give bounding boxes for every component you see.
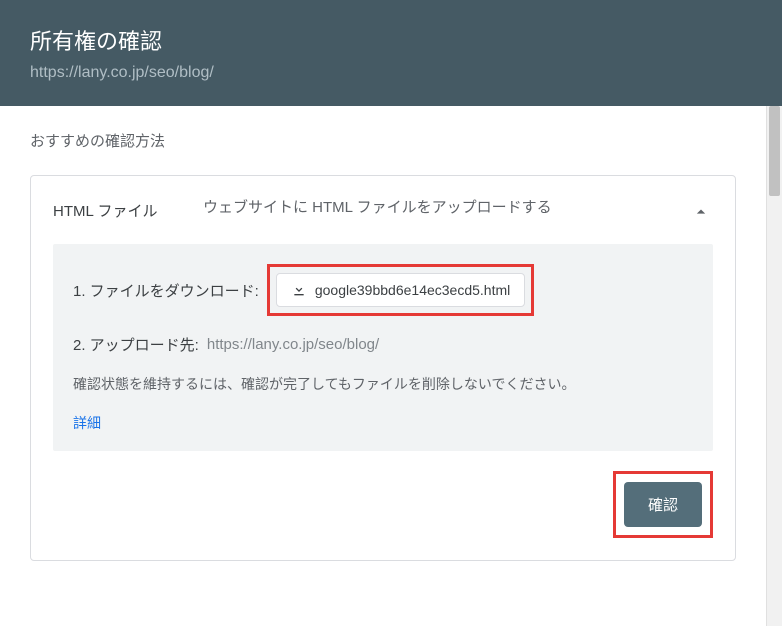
collapse-toggle[interactable]: [689, 200, 713, 224]
step-2: 2. アップロード先: https://lany.co.jp/seo/blog/: [73, 334, 693, 355]
step-2-label: 2. アップロード先:: [73, 334, 199, 355]
card-footer: 確認: [53, 471, 713, 538]
content-area: おすすめの確認方法 HTML ファイル ウェブサイトに HTML ファイルをアッ…: [0, 106, 766, 626]
retention-note: 確認状態を維持するには、確認が完了してもファイルを削除しないでください。: [73, 373, 693, 397]
method-name: HTML ファイル: [53, 196, 163, 221]
verification-method-card: HTML ファイル ウェブサイトに HTML ファイルをアップロードする 1. …: [30, 175, 736, 561]
dialog-header: 所有権の確認 https://lany.co.jp/seo/blog/: [0, 0, 782, 106]
step-1-label: 1. ファイルをダウンロード:: [73, 280, 259, 301]
page-title: 所有権の確認: [30, 24, 752, 56]
scrollbar[interactable]: [766, 106, 782, 626]
upload-destination-url: https://lany.co.jp/seo/blog/: [207, 336, 379, 353]
download-file-button[interactable]: google39bbd6e14ec3ecd5.html: [276, 273, 525, 307]
download-icon: [291, 282, 307, 298]
download-highlight-box: google39bbd6e14ec3ecd5.html: [267, 264, 534, 316]
download-filename: google39bbd6e14ec3ecd5.html: [315, 282, 510, 298]
content-wrap: おすすめの確認方法 HTML ファイル ウェブサイトに HTML ファイルをアッ…: [0, 106, 782, 626]
card-header: HTML ファイル ウェブサイトに HTML ファイルをアップロードする: [53, 196, 713, 224]
property-url: https://lany.co.jp/seo/blog/: [30, 64, 752, 82]
method-description: ウェブサイトに HTML ファイルをアップロードする: [203, 196, 649, 220]
step-1: 1. ファイルをダウンロード: google39bbd6e14ec3ecd5.h…: [73, 264, 693, 316]
verify-highlight-box: 確認: [613, 471, 713, 538]
verify-button[interactable]: 確認: [624, 482, 702, 527]
details-link[interactable]: 詳細: [73, 413, 693, 433]
scrollbar-thumb[interactable]: [769, 106, 780, 196]
steps-panel: 1. ファイルをダウンロード: google39bbd6e14ec3ecd5.h…: [53, 244, 713, 451]
chevron-up-icon: [691, 202, 711, 222]
section-label: おすすめの確認方法: [30, 130, 736, 151]
